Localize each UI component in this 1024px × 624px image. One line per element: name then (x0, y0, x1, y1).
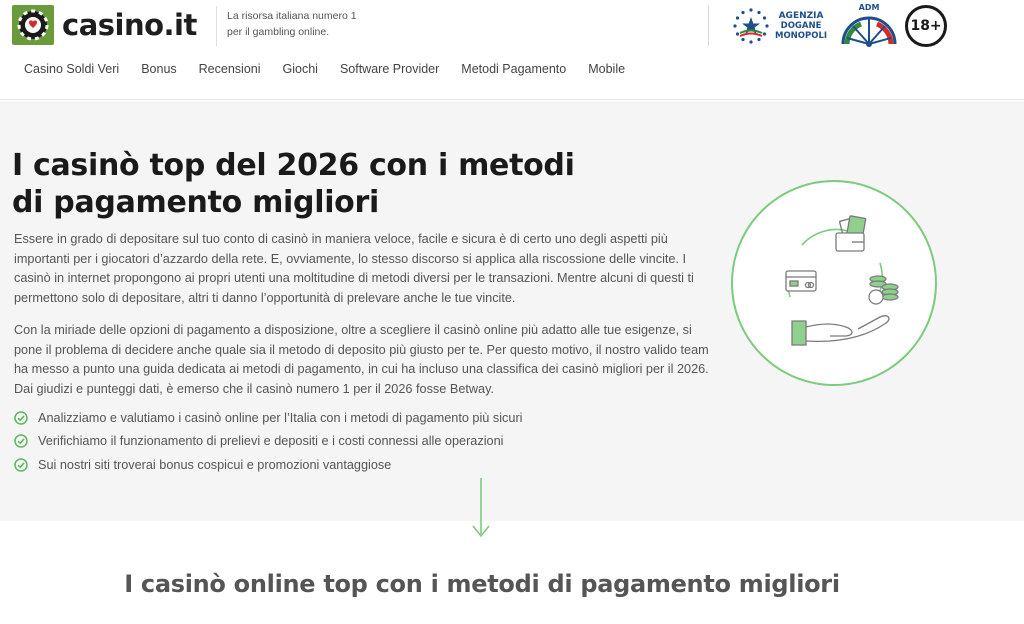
adm-agency-text: AGENZIA DOGANE MONOPOLI (775, 11, 827, 41)
hero-section: I casinò top del 2026 con i metodi di pa… (0, 101, 1024, 521)
adm-logo[interactable]: ADM (837, 3, 901, 48)
nav-item-recensioni[interactable]: Recensioni (199, 62, 261, 76)
nav-item-casino-soldi-veri[interactable]: Casino Soldi Veri (24, 62, 119, 76)
logo-text: casino.it (62, 8, 197, 42)
casino-chip-icon (12, 5, 54, 45)
nav-item-software-provider[interactable]: Software Provider (340, 62, 439, 76)
header-divider (216, 6, 217, 46)
agency-line2: DOGANE (780, 21, 822, 31)
main-nav: Casino Soldi Veri Bonus Recensioni Gioch… (24, 62, 647, 76)
features-list: Analizziamo e valutiamo i casinò online … (14, 406, 523, 477)
adm-label: ADM (858, 3, 880, 12)
intro-paragraph-2: Con la miriade delle opzioni di pagament… (14, 323, 709, 396)
agency-line3: MONOPOLI (775, 31, 828, 41)
tagline-line1: La risorsa italiana numero 1 (227, 10, 357, 22)
certification-badges: AGENZIA DOGANE MONOPOLI ADM 18+ (708, 3, 948, 48)
nav-item-giochi[interactable]: Giochi (283, 62, 318, 76)
arrow-down-icon (472, 478, 490, 538)
payment-cycle-icon (731, 180, 937, 386)
nav-item-mobile[interactable]: Mobile (588, 62, 625, 76)
age-restriction-badge: 18+ (905, 5, 948, 47)
intro-paragraph-1: Essere in grado di depositare sul tuo co… (14, 232, 694, 305)
badges-divider (708, 6, 709, 46)
nav-item-metodi-pagamento[interactable]: Metodi Pagamento (461, 62, 566, 76)
section-title: I casinò online top con i metodi di paga… (124, 570, 840, 598)
check-circle-icon (14, 458, 28, 472)
nav-item-bonus[interactable]: Bonus (141, 62, 176, 76)
list-item: Analizziamo e valutiamo i casinò online … (14, 406, 523, 430)
list-item: Sui nostri siti troverai bonus cospicui … (14, 453, 523, 477)
check-circle-icon (14, 411, 28, 425)
tagline-line2: per il gambling online. (227, 26, 330, 38)
site-logo[interactable]: casino.it (12, 5, 197, 45)
list-item-text: Sui nostri siti troverai bonus cospicui … (38, 457, 392, 472)
site-header: casino.it La risorsa italiana numero 1 p… (0, 0, 1024, 100)
tagline: La risorsa italiana numero 1 per il gamb… (227, 8, 357, 40)
check-circle-icon (14, 434, 28, 448)
list-item-text: Verifichiamo il funzionamento di preliev… (38, 434, 504, 449)
italian-emblem-icon (733, 8, 769, 44)
list-item: Verifichiamo il funzionamento di preliev… (14, 430, 523, 454)
agency-line1: AGENZIA (778, 11, 824, 21)
list-item-text: Analizziamo e valutiamo i casinò online … (38, 410, 523, 425)
adm-agency-logo[interactable]: AGENZIA DOGANE MONOPOLI (731, 6, 827, 46)
page-title: I casinò top del 2026 con i metodi di pa… (12, 148, 575, 220)
